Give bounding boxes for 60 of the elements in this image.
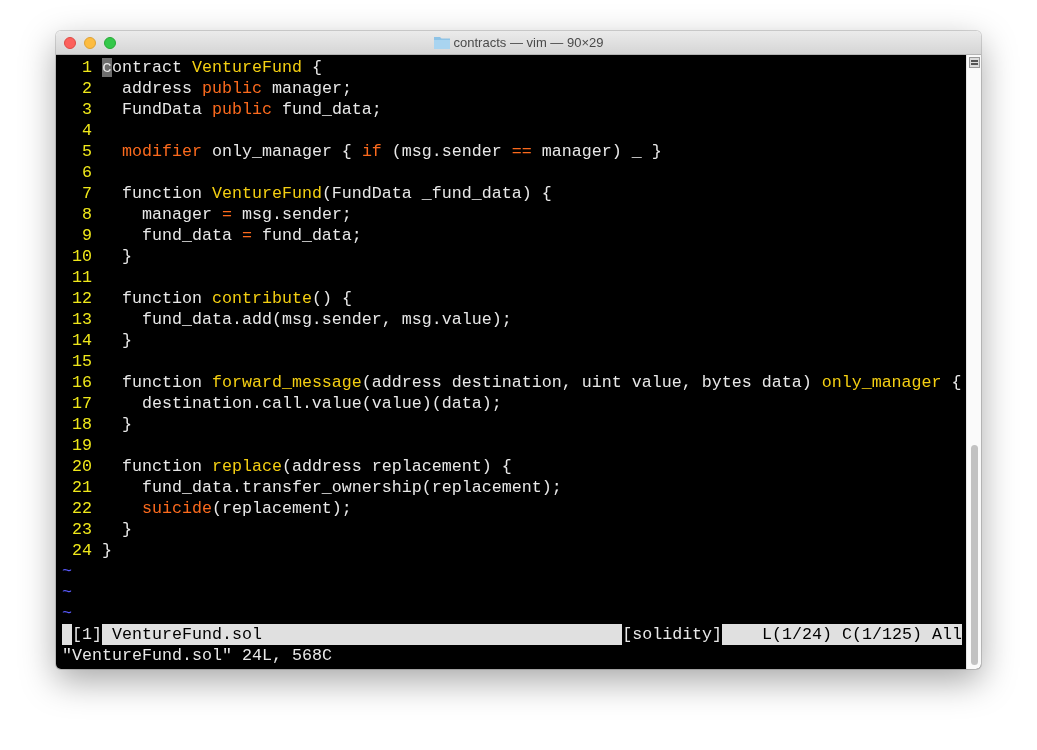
line-number: 9 [81, 225, 92, 246]
status-text: L(1/24) C(1/125) All [722, 624, 962, 645]
line-number: 8 [81, 204, 92, 225]
line-number: 14 [71, 330, 92, 351]
code-line: destination.call.value(value)(data); [140, 393, 502, 414]
line-number: 5 [81, 141, 92, 162]
status-text: [1] [72, 624, 102, 645]
status-text: [solidity] [622, 624, 723, 645]
code-line: FundData public fund_data; [120, 99, 382, 120]
empty-line-marker: ~ [62, 561, 72, 582]
code-line: function forward_message(address destination, uint value, bytes data) only_manager { [120, 372, 962, 393]
code-line: } [101, 540, 112, 561]
line-number: 21 [71, 477, 92, 498]
line-number: 1 [81, 57, 92, 78]
code-line: manager = msg.sender; [140, 204, 352, 225]
scrollbar-thumb[interactable] [970, 445, 978, 665]
line-number: 3 [81, 99, 92, 120]
line-number: 6 [81, 162, 92, 183]
code-line: } [120, 414, 132, 435]
line-number: 12 [71, 288, 92, 309]
code-line: contract VentureFund { [101, 57, 322, 78]
line-number: 13 [71, 309, 92, 330]
line-number: 19 [71, 435, 92, 456]
folder-icon [433, 36, 450, 49]
line-number: 17 [71, 393, 92, 414]
line-number: 18 [71, 414, 92, 435]
code-line: function replace(address replacement) { [120, 456, 512, 477]
code-line: fund_data.add(msg.sender, msg.value); [140, 309, 512, 330]
line-number: 23 [71, 519, 92, 540]
zoom-button[interactable] [104, 36, 116, 49]
minimize-button[interactable] [84, 36, 96, 49]
mode-block [62, 624, 72, 645]
code-line: } [120, 330, 132, 351]
code-line: suicide(replacement); [140, 498, 352, 519]
line-number: 16 [71, 372, 92, 393]
code-line: } [120, 519, 132, 540]
line-number: 22 [71, 498, 92, 519]
code-line: function contribute() { [120, 288, 352, 309]
status-text: VentureFund.sol [102, 624, 623, 645]
code-line: fund_data = fund_data; [140, 225, 362, 246]
line-number: 4 [81, 120, 92, 141]
line-number: 24 [71, 540, 92, 561]
code-line: fund_data.transfer_ownership(replacement); [140, 477, 562, 498]
empty-line-marker: ~ [62, 582, 72, 603]
line-number: 2 [81, 78, 92, 99]
code-line: modifier only_manager { if (msg.sender == manager) _ } [120, 141, 662, 162]
code-line: function VentureFund(FundData _fund_data) { [120, 183, 552, 204]
split-icon[interactable] [968, 57, 980, 68]
line-number: 20 [71, 456, 92, 477]
line-number: 15 [71, 351, 92, 372]
empty-line-marker: ~ [62, 603, 72, 624]
code-line: } [120, 246, 132, 267]
line-number: 10 [71, 246, 92, 267]
message-text: "VentureFund.sol" 24L, 568C [62, 646, 332, 665]
close-button[interactable] [64, 36, 76, 49]
scrollbar[interactable] [966, 55, 981, 669]
line-number: 7 [81, 183, 92, 204]
line-number: 11 [71, 267, 92, 288]
window-title: contracts — vim — 90×29 [453, 35, 604, 50]
code-line: address public manager; [120, 78, 352, 99]
